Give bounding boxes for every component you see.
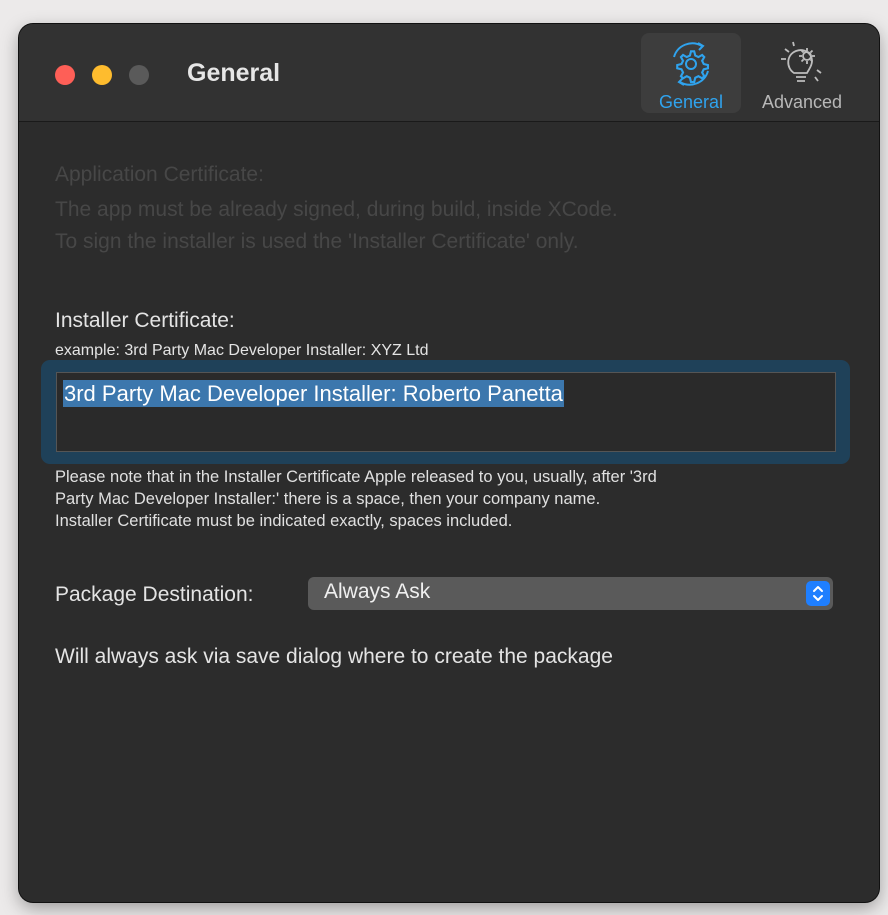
titlebar: General General Advanced	[19, 24, 879, 122]
installer-certificate-heading: Installer Certificate:	[55, 309, 235, 332]
installer-certificate-note: Please note that in the Installer Certif…	[55, 466, 815, 532]
note-line-1: Please note that in the Installer Certif…	[55, 468, 657, 486]
app-certificate-line1: The app must be already signed, during b…	[55, 198, 618, 221]
preferences-window: General General Advanced Application Cer…	[19, 24, 879, 902]
app-certificate-line2: To sign the installer is used the 'Insta…	[55, 230, 579, 253]
package-destination-selected: Always Ask	[324, 580, 431, 603]
toolbar-label-advanced: Advanced	[761, 92, 843, 112]
note-line-2: Party Mac Developer Installer:' there is…	[55, 490, 601, 508]
zoom-button[interactable]	[129, 65, 149, 85]
minimize-button[interactable]	[92, 65, 112, 85]
toolbar-tab-advanced[interactable]: Advanced	[752, 33, 852, 113]
app-certificate-heading: Application Certificate:	[55, 163, 264, 186]
lightbulb-gear-icon	[781, 41, 822, 82]
package-destination-description: Will always ask via save dialog where to…	[55, 645, 613, 668]
installer-certificate-value: 3rd Party Mac Developer Installer: Rober…	[63, 380, 564, 407]
package-destination-popup[interactable]: Always Ask	[308, 577, 833, 610]
close-button[interactable]	[55, 65, 75, 85]
package-destination-label: Package Destination:	[55, 583, 254, 606]
installer-certificate-example: example: 3rd Party Mac Developer Install…	[55, 342, 429, 359]
note-line-3: Installer Certificate must be indicated …	[55, 512, 513, 530]
gear-sync-icon	[673, 42, 710, 86]
chevron-up-down-icon	[806, 581, 830, 606]
window-title: General	[187, 59, 281, 87]
toolbar-label-general: General	[658, 92, 724, 112]
installer-certificate-field[interactable]: 3rd Party Mac Developer Installer: Rober…	[56, 372, 836, 452]
toolbar-tab-general[interactable]: General	[641, 33, 741, 113]
